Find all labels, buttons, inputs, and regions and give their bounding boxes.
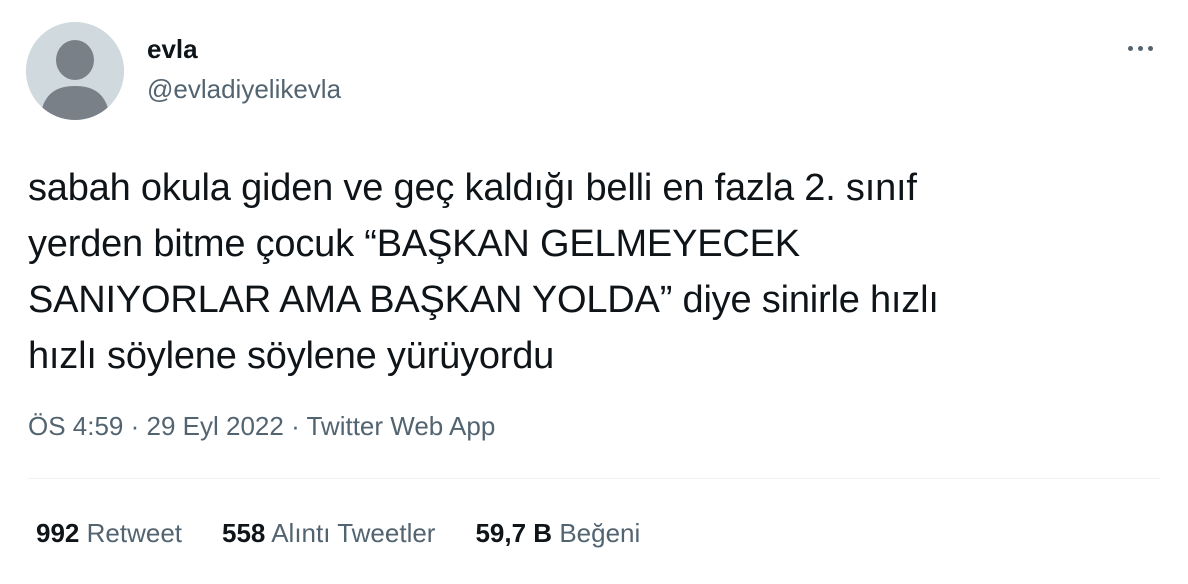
retweet-count[interactable]: 992 Retweet bbox=[36, 516, 182, 550]
like-count[interactable]: 59,7 B Beğeni bbox=[475, 516, 640, 550]
tweet-stats: 992 Retweet 558 Alıntı Tweetler 59,7 B B… bbox=[36, 516, 640, 550]
tweet-text: sabah okula giden ve geç kaldığı belli e… bbox=[28, 167, 939, 377]
meta-separator: · bbox=[283, 411, 307, 441]
quote-count-label: Alıntı Tweetler bbox=[271, 518, 436, 548]
tweet-time[interactable]: ÖS 4:59 bbox=[28, 411, 123, 441]
tweet: evla @evladiyelikevla sabah okula giden … bbox=[0, 0, 1188, 584]
more-dot bbox=[1147, 45, 1153, 51]
more-dot bbox=[1137, 45, 1143, 51]
tweet-meta: ÖS 4:59 · 29 Eyl 2022 · Twitter Web App bbox=[28, 410, 495, 442]
more-icon[interactable] bbox=[1122, 36, 1158, 60]
tweet-date[interactable]: 29 Eyl 2022 bbox=[147, 411, 284, 441]
like-count-label: Beğeni bbox=[559, 518, 641, 548]
retweet-count-label: Retweet bbox=[86, 518, 183, 548]
default-avatar-icon bbox=[26, 22, 124, 120]
like-count-value: 59,7 B bbox=[475, 518, 553, 548]
retweet-count-value: 992 bbox=[36, 518, 80, 548]
quote-count-value: 558 bbox=[222, 518, 266, 548]
display-name[interactable]: evla bbox=[147, 34, 198, 64]
more-dot bbox=[1127, 45, 1133, 51]
tweet-source[interactable]: Twitter Web App bbox=[306, 411, 495, 441]
divider bbox=[28, 478, 1160, 479]
quote-count[interactable]: 558 Alıntı Tweetler bbox=[222, 516, 435, 550]
user-handle[interactable]: @evladiyelikevla bbox=[147, 74, 341, 104]
meta-separator: · bbox=[123, 411, 147, 441]
avatar[interactable] bbox=[26, 22, 124, 120]
